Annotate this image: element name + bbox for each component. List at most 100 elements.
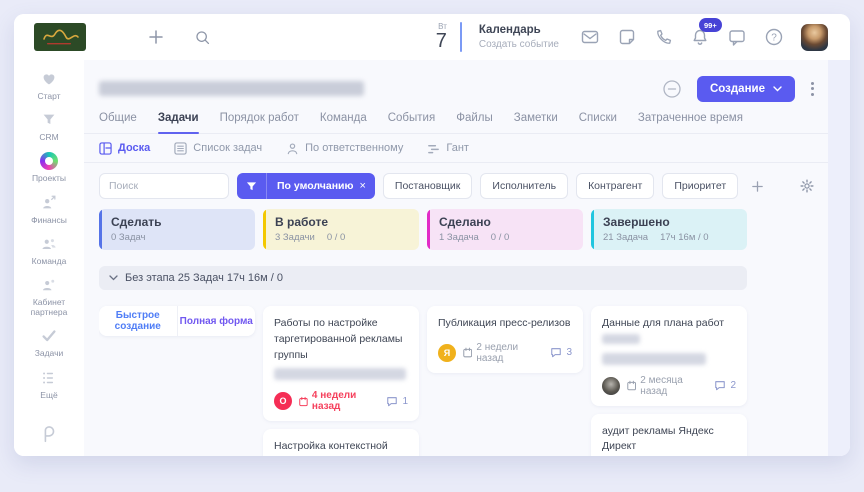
task-title: Настройка контекстной рекламы (274, 440, 388, 453)
project-title-redacted (99, 81, 364, 96)
column-time: 0 / 0 (326, 232, 346, 243)
tab-fayly[interactable]: Файлы (456, 112, 493, 124)
tab-poryadok-rabot[interactable]: Порядок работ (220, 112, 299, 124)
column-header-todo[interactable]: Сделать 0 Задач (99, 209, 255, 250)
sidebar-label: Задачи (34, 348, 64, 359)
stage-group-label: Без этапа 25 Задач 17ч 16м / 0 (125, 272, 283, 284)
logo-script-icon (43, 29, 79, 45)
create-button[interactable]: Создание (696, 75, 795, 102)
stage-group-header[interactable]: Без этапа 25 Задач 17ч 16м / 0 (99, 266, 747, 290)
mail-button[interactable] (580, 27, 600, 47)
help-button[interactable]: ? (764, 27, 784, 47)
column-count: 0 Задач (111, 232, 146, 243)
full-form-button[interactable]: Полная форма (177, 306, 255, 336)
calendar-shortcut[interactable]: Календарь Создать событие (479, 23, 559, 51)
tab-zadachi[interactable]: Задачи (157, 112, 199, 134)
planfix-logo-button[interactable] (40, 425, 58, 444)
add-global-button[interactable] (148, 29, 164, 45)
calendar-title: Календарь (478, 24, 541, 37)
column-header-inwork[interactable]: В работе 3 Задачи 0 / 0 (263, 209, 419, 250)
sidebar-item-tasks[interactable]: Задачи (18, 327, 80, 358)
task-card[interactable]: Публикация пресс-релизов Я 2 недели наза… (427, 306, 583, 373)
comment-icon (551, 348, 562, 358)
sidebar-item-more[interactable]: Ещё (18, 369, 80, 400)
today-date[interactable]: Вт 7 (436, 23, 447, 52)
remove-filter-icon[interactable]: × (359, 180, 374, 192)
filter-assignee-button[interactable]: Исполнитель (480, 173, 569, 199)
copy-link-button[interactable] (661, 78, 683, 100)
tab-obshie[interactable]: Общие (99, 112, 137, 124)
sidebar-item-start[interactable]: Старт (18, 70, 80, 101)
filter-counterparty-button[interactable]: Контрагент (576, 173, 655, 199)
gear-icon (800, 179, 814, 193)
view-tab-gantt[interactable]: Гант (427, 142, 469, 155)
user-avatar[interactable] (801, 23, 828, 51)
tab-zatrachennoe-vremya[interactable]: Затраченное время (638, 112, 743, 124)
create-task-card: Быстрое создание Полная форма (99, 306, 255, 336)
comments-counter[interactable]: 3 (550, 347, 572, 358)
calendar-divider (459, 22, 462, 52)
notifications-count-badge: 99+ (699, 18, 722, 32)
tab-sobytiya[interactable]: События (388, 112, 435, 124)
sidebar-item-finances[interactable]: Финансы (18, 194, 80, 225)
redacted-text (602, 333, 640, 344)
more-options-button[interactable] (809, 80, 816, 98)
collapse-chevron-icon (109, 275, 118, 281)
column-header-done[interactable]: Сделано 1 Задача 0 / 0 (427, 209, 583, 250)
task-card[interactable]: Данные для плана работ 2 месяца назад 2 (591, 306, 747, 406)
filter-priority-button[interactable]: Приоритет (662, 173, 739, 199)
chat-button[interactable] (727, 27, 747, 47)
comments-counter[interactable]: 2 (714, 380, 736, 391)
add-filter-button[interactable] (751, 180, 764, 193)
column-header-finished[interactable]: Завершено 21 Задача 17ч 16м / 0 (591, 209, 747, 250)
filter-author-button[interactable]: Постановщик (382, 173, 473, 199)
task-title: Работы по настройке таргетированной рекл… (274, 317, 403, 361)
sidebar-item-crm[interactable]: CRM (18, 111, 80, 142)
sidebar-label: Команда (31, 255, 67, 266)
tab-spiski[interactable]: Списки (579, 112, 617, 124)
redacted-text (274, 368, 406, 381)
assignee-avatar[interactable] (602, 376, 620, 395)
comments-counter[interactable]: 1 (386, 396, 408, 407)
task-title: Данные для плана работ (602, 316, 736, 348)
task-card[interactable]: Работы по настройке таргетированной рекл… (263, 306, 419, 422)
sidebar-item-partner-cabinet[interactable]: Кабинет партнера (18, 276, 80, 317)
task-card[interactable]: аудит рекламы Яндекс Директ O месяц наза… (591, 413, 747, 456)
tab-zametki[interactable]: Заметки (514, 112, 558, 124)
filter-bar: По умолчанию × Постановщик Исполнитель К… (99, 163, 828, 209)
notifications-button[interactable]: 99+ (690, 18, 722, 47)
assignee-badge[interactable]: Я (438, 343, 456, 362)
header-actions: Создание (661, 75, 816, 102)
note-icon (619, 29, 635, 45)
calendar-icon (299, 396, 308, 406)
calendar-icon (627, 380, 637, 391)
search-input[interactable] (99, 173, 229, 199)
active-filter-pill[interactable]: По умолчанию × (237, 173, 375, 199)
view-tab-board[interactable]: Доска (99, 141, 150, 155)
kanban-board: Сделать 0 Задач В работе 3 Задачи 0 / 0 (99, 209, 828, 456)
view-tab-task-list[interactable]: Список задач (174, 141, 263, 155)
task-card[interactable]: Настройка контекстной рекламы 2 недели н… (263, 429, 419, 456)
view-tab-label: Список задач (193, 142, 263, 154)
chevron-down-icon (773, 85, 782, 91)
quick-create-button[interactable]: Быстрое создание (99, 306, 178, 336)
sidebar-label: Финансы (31, 214, 67, 225)
company-logo[interactable] (34, 23, 86, 51)
sidebar-item-projects[interactable]: Проекты (18, 152, 80, 183)
global-search-button[interactable] (194, 29, 211, 46)
sidebar: Старт CRM Проекты Финансы Команда Кабине… (14, 60, 84, 456)
column-title: Сделать (111, 215, 162, 229)
board-settings-button[interactable] (800, 179, 814, 193)
gantt-icon (428, 144, 440, 153)
notes-button[interactable] (617, 27, 637, 47)
sidebar-label: Проекты (31, 173, 67, 184)
help-icon: ? (765, 28, 783, 46)
column-count: 1 Задача (439, 232, 479, 243)
tab-komanda[interactable]: Команда (320, 112, 367, 124)
sidebar-item-team[interactable]: Команда (18, 235, 80, 266)
column-done: Публикация пресс-релизов Я 2 недели наза… (427, 306, 583, 456)
partner-cabinet-icon (42, 279, 55, 291)
assignee-badge[interactable]: O (274, 392, 292, 411)
view-tab-by-assignee[interactable]: По ответственному (286, 142, 403, 155)
phone-button[interactable] (654, 28, 673, 47)
